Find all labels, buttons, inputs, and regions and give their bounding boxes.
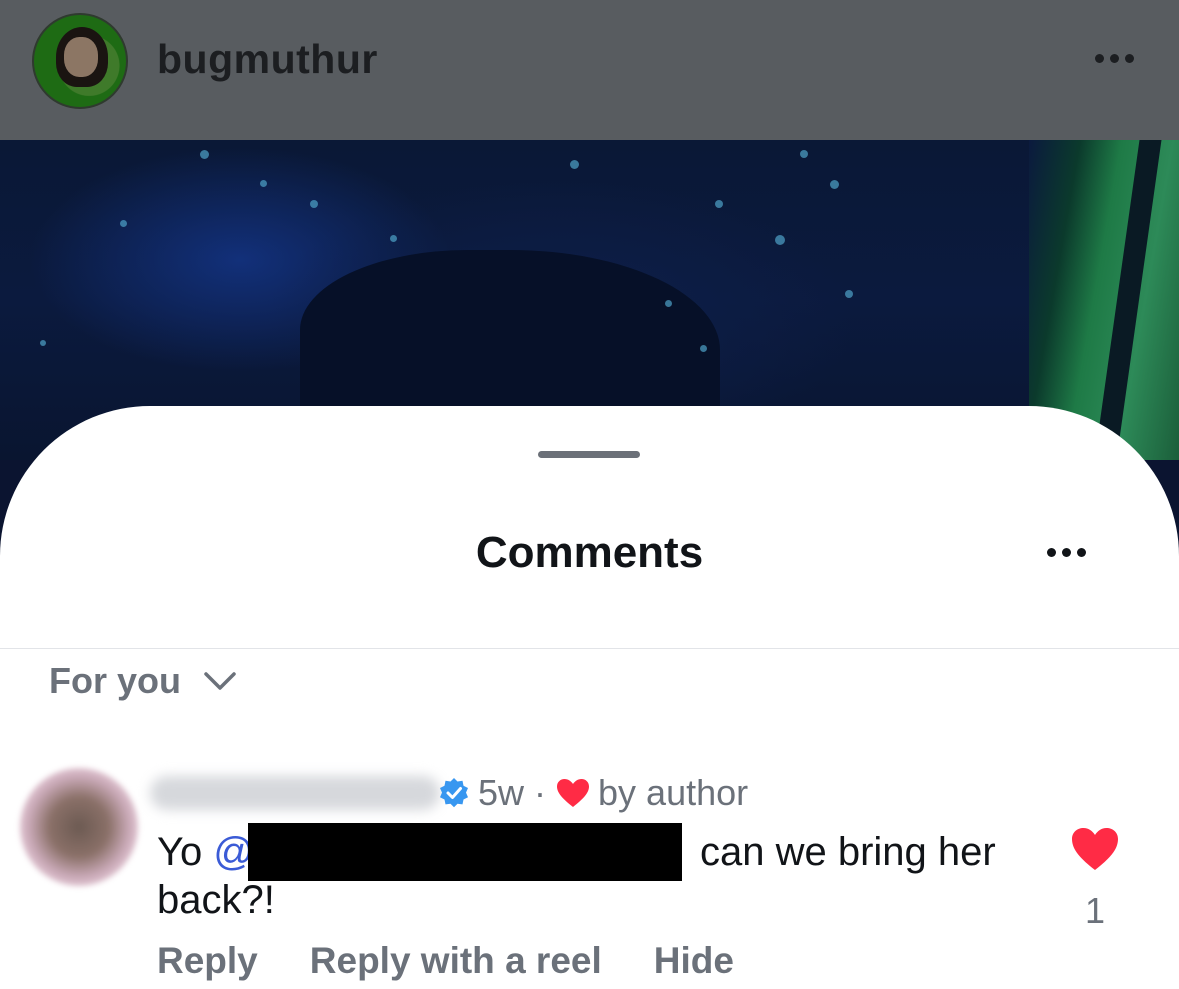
redaction-block xyxy=(248,823,682,881)
verified-badge-icon xyxy=(440,778,468,808)
heart-icon xyxy=(557,779,590,807)
sparkle xyxy=(830,180,839,189)
sheet-title: Comments xyxy=(475,528,704,577)
sparkle xyxy=(775,235,785,245)
commenter-avatar[interactable] xyxy=(20,768,138,886)
sparkle xyxy=(200,150,209,159)
sparkle xyxy=(570,160,579,169)
comments-screen: bugmuthur Comments For you 5w · by autho… xyxy=(0,0,1179,989)
post-header: bugmuthur xyxy=(0,0,1179,140)
comment-text-start: Yo xyxy=(157,830,214,874)
sparkle xyxy=(40,340,46,346)
sort-label: For you xyxy=(49,660,181,701)
chevron-down-icon xyxy=(204,672,236,690)
sparkle xyxy=(845,290,853,298)
author-avatar[interactable] xyxy=(32,13,128,109)
sort-dropdown[interactable]: For you xyxy=(49,660,237,702)
sparkle xyxy=(665,300,672,307)
sparkle xyxy=(800,150,808,158)
reply-button[interactable]: Reply xyxy=(157,940,258,984)
post-username[interactable]: bugmuthur xyxy=(157,36,378,83)
more-horizontal-icon[interactable] xyxy=(1086,42,1142,74)
comment-actions: Reply Reply with a reel Hide xyxy=(157,940,734,984)
header-divider xyxy=(0,648,1179,649)
sparkle xyxy=(120,220,127,227)
heart-icon[interactable] xyxy=(1070,826,1120,872)
commenter-username-blurred[interactable] xyxy=(150,776,440,810)
comment-meta: 5w · by author xyxy=(438,772,748,814)
hide-button[interactable]: Hide xyxy=(654,940,734,984)
more-horizontal-icon[interactable] xyxy=(1036,536,1096,568)
meta-separator: · xyxy=(534,772,547,813)
comment-age: 5w xyxy=(478,772,525,813)
sparkle xyxy=(310,200,318,208)
sparkle xyxy=(260,180,267,187)
avatar-face-shape xyxy=(64,37,98,77)
sparkle xyxy=(715,200,723,208)
like-count: 1 xyxy=(1084,890,1106,931)
liked-by-author-label: by author xyxy=(598,772,749,813)
sheet-grabber[interactable] xyxy=(538,451,640,458)
sparkle xyxy=(700,345,707,352)
reply-with-reel-button[interactable]: Reply with a reel xyxy=(310,940,602,984)
sparkle xyxy=(390,235,397,242)
